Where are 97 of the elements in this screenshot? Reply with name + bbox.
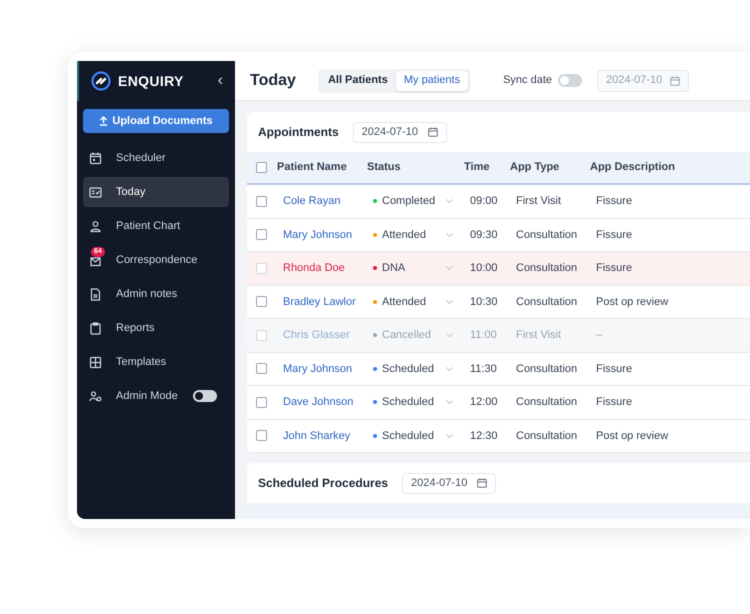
row-checkbox[interactable]: [256, 296, 267, 308]
status-dropdown[interactable]: Scheduled: [373, 394, 453, 410]
table-row[interactable]: John Sharkey Scheduled 12:30 Consultation Post op review: [247, 420, 750, 453]
row-checkbox[interactable]: [256, 262, 267, 274]
page-title: Today: [250, 70, 296, 90]
sidebar-item[interactable]: Admin notes: [83, 279, 229, 309]
table-cell: –: [596, 329, 602, 341]
row-checkbox[interactable]: [256, 330, 267, 341]
sync-date-label: Sync date: [503, 73, 552, 88]
column-header: Patient Name: [277, 160, 348, 176]
sidebar-item[interactable]: Templates: [83, 347, 229, 377]
brand-name: ENQUIRY: [118, 72, 184, 91]
table-cell: Post op review: [596, 430, 668, 442]
sidebar-item[interactable]: Today: [83, 177, 229, 207]
table-cell: 09:00: [470, 195, 498, 207]
chevron-down-icon: [446, 266, 453, 270]
section-title: Scheduled Procedures: [258, 475, 388, 492]
table-cell: First Visit: [516, 195, 562, 207]
table-cell: Consultation: [516, 262, 578, 274]
select-all-checkbox[interactable]: [256, 162, 267, 173]
patient-name-link[interactable]: Cole Rayan: [283, 195, 340, 207]
status-dropdown[interactable]: Attended: [373, 294, 453, 310]
patient-name-link[interactable]: Rhonda Doe: [283, 262, 345, 274]
calendar-icon: [428, 127, 438, 137]
grid-icon: [89, 356, 102, 368]
sidebar-item[interactable]: Scheduler: [83, 143, 229, 173]
row-checkbox[interactable]: [256, 430, 267, 442]
row-checkbox[interactable]: [256, 196, 267, 207]
table-row[interactable]: Rhonda Doe DNA 10:00 Consultation Fissure: [247, 252, 750, 286]
chevron-down-icon: [446, 232, 453, 237]
table-cell: Consultation: [516, 362, 578, 374]
table-cell: Fissure: [596, 262, 632, 274]
column-header: Time: [464, 160, 490, 176]
chevron-down-icon: [446, 333, 453, 338]
status-dropdown[interactable]: Attended: [373, 226, 453, 243]
patient-name-link[interactable]: Mary Johnson: [283, 228, 352, 240]
clipboard-icon: [89, 322, 102, 334]
chevron-down-icon: [446, 400, 453, 404]
column-header: Status: [367, 160, 402, 176]
patient-name-link[interactable]: Dave Johnson: [283, 396, 354, 408]
calendar-icon: [477, 478, 488, 488]
upload-icon: [99, 116, 108, 126]
chevron-down-icon: [446, 366, 453, 371]
table-cell: Consultation: [516, 396, 578, 408]
tab[interactable]: All Patients: [320, 70, 396, 90]
table-cell: Consultation: [516, 228, 578, 240]
chevron-down-icon: [446, 300, 453, 304]
row-checkbox[interactable]: [256, 363, 267, 374]
table-cell: Fissure: [596, 362, 632, 374]
upload-documents-button[interactable]: Upload Documents: [83, 109, 229, 133]
status-dropdown[interactable]: Scheduled: [373, 360, 453, 377]
row-checkbox[interactable]: [256, 229, 267, 240]
table-cell: First Visit: [516, 329, 562, 341]
collapse-button[interactable]: ‹: [218, 73, 223, 89]
status-dropdown[interactable]: DNA: [373, 260, 453, 276]
document-icon: [89, 288, 102, 300]
table-row[interactable]: Bradley Lawlor Attended 10:30 Consultation Post op review: [247, 286, 750, 319]
table-row[interactable]: Mary Johnson Scheduled 11:30 Consultation Fissure: [247, 352, 750, 386]
logo-icon: [91, 71, 111, 91]
table-cell: 10:30: [470, 296, 498, 308]
sidebar-item[interactable]: Patient Chart: [83, 211, 229, 241]
table-cell: 11:30: [470, 362, 497, 374]
admin-mode-toggle[interactable]: [193, 390, 217, 402]
table-cell: 10:00: [470, 262, 498, 274]
table-cell: 12:30: [470, 430, 498, 442]
users-icon: [89, 390, 102, 402]
person-icon: [89, 220, 102, 232]
sidebar-item[interactable]: Reports: [83, 313, 229, 343]
table-cell: 11:00: [470, 329, 497, 341]
table-cell: Consultation: [516, 430, 578, 442]
section-title: Appointments: [258, 124, 339, 141]
table-cell: Fissure: [596, 228, 632, 240]
patient-name-link[interactable]: Mary Johnson: [283, 362, 352, 374]
patient-name-link[interactable]: Bradley Lawlor: [283, 296, 356, 308]
table-cell: 12:00: [470, 396, 498, 408]
status-dropdown[interactable]: Scheduled: [373, 428, 453, 444]
chevron-down-icon: [446, 199, 453, 204]
table-cell: Fissure: [596, 195, 632, 207]
patient-name-link[interactable]: John Sharkey: [283, 430, 350, 442]
table-cell: Post op review: [596, 296, 668, 308]
sidebar-item[interactable]: Admin Mode: [83, 381, 229, 411]
calendar-icon: [670, 76, 680, 86]
column-header: App Description: [590, 160, 676, 176]
date-field[interactable]: 2024-07-10: [352, 122, 447, 142]
row-checkbox[interactable]: [256, 396, 267, 408]
sync-date-toggle[interactable]: [558, 74, 582, 87]
calendar-icon: [89, 152, 102, 164]
table-cell: 09:30: [470, 228, 498, 240]
tab[interactable]: My patients: [396, 70, 468, 90]
checklist-icon: [89, 186, 102, 198]
column-header: App Type: [510, 160, 560, 176]
date-field[interactable]: 2024-07-10: [402, 472, 496, 494]
status-dropdown[interactable]: Completed: [373, 193, 453, 210]
chevron-down-icon: [446, 434, 453, 438]
table-row[interactable]: Mary Johnson Attended 09:30 Consultation Fissure: [247, 218, 750, 252]
table-cell: Fissure: [596, 396, 632, 408]
table-cell: Consultation: [516, 296, 578, 308]
